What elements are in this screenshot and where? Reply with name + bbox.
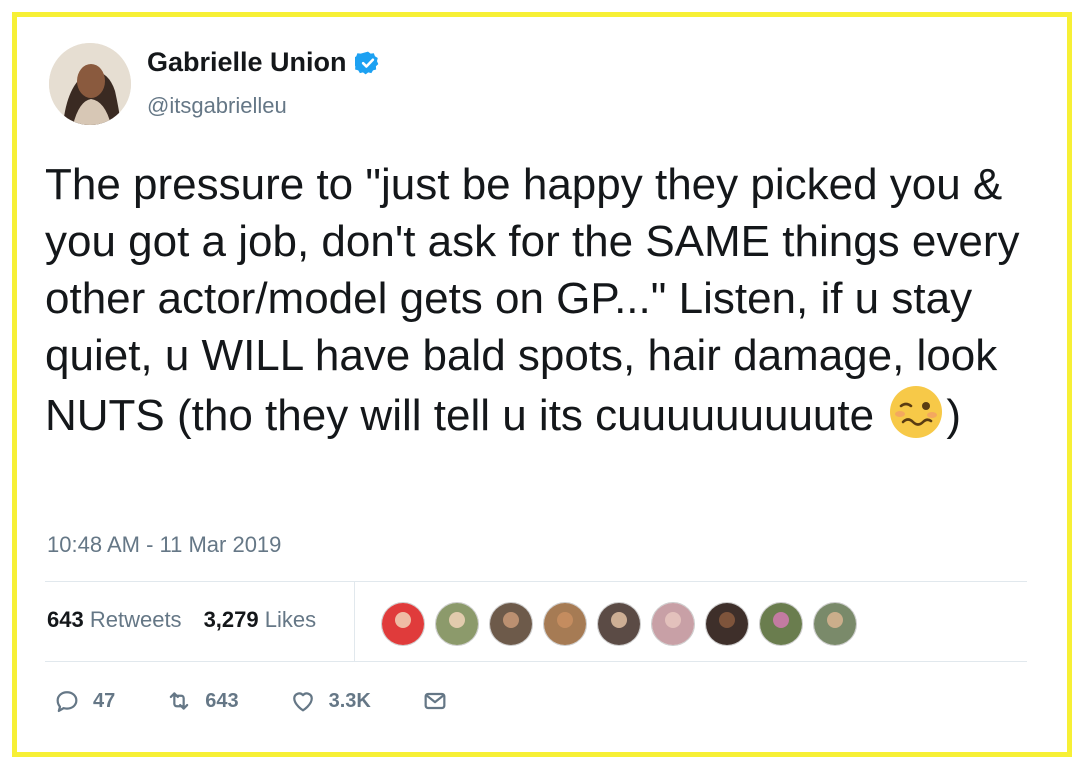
verified-badge-icon [354,51,378,74]
tweet-card: Gabrielle Union @itsgabrielleu The press… [12,12,1072,757]
liker-avatar[interactable] [705,602,749,646]
reply-count: 47 [93,689,116,712]
likes-count: 3,279 [203,607,259,632]
liker-image [706,603,748,645]
tweet-body: The pressure to "just be happy they pick… [45,160,1032,440]
liker-image [814,603,856,645]
avatar-image [49,43,131,125]
stats-separator [354,582,355,662]
woozy-face-emoji-icon [890,386,943,438]
author-handle[interactable]: @itsgabrielleu [147,93,287,119]
author-avatar[interactable] [49,43,131,125]
liker-image [598,603,640,645]
author-name-row[interactable]: Gabrielle Union [147,47,381,78]
tweet-timestamp[interactable]: 10:48 AM - 11 Mar 2019 [47,532,281,558]
reply-button[interactable]: 47 [53,687,115,715]
liker-image [382,603,424,645]
retweets-label: Retweets [89,607,182,632]
heart-icon [292,692,313,712]
liker-image [652,603,694,645]
liker-avatar[interactable] [813,602,857,646]
likes-label: Likes [264,607,317,632]
divider-top [45,581,1027,582]
liker-image [544,603,586,645]
retweets-count: 643 [47,607,84,632]
liker-avatar[interactable] [381,602,425,646]
liker-avatar[interactable] [543,602,587,646]
liker-avatar[interactable] [759,602,803,646]
tweet-actions: 47 643 3.3K [53,687,499,715]
likers-avatars [381,602,857,646]
likes-stat[interactable]: 3,279 Likes [204,607,317,633]
tweet-closing-paren: ) [946,391,961,440]
retweets-stat[interactable]: 643 Retweets [47,607,182,633]
reply-icon [56,691,78,713]
direct-message-button[interactable] [421,687,449,715]
like-button[interactable]: 3.3K [289,687,371,715]
liker-avatar[interactable] [489,602,533,646]
retweet-count: 643 [205,689,239,712]
liker-image [760,603,802,645]
tweet-stats: 643 Retweets 3,279 Likes [47,607,316,633]
envelope-icon [424,692,446,710]
retweet-button[interactable]: 643 [165,687,239,715]
liker-image [436,603,478,645]
author-name[interactable]: Gabrielle Union [147,47,347,78]
divider-bottom [45,661,1027,662]
liker-avatar[interactable] [651,602,695,646]
liker-avatar[interactable] [597,602,641,646]
like-count: 3.3K [328,689,371,712]
liker-avatar[interactable] [435,602,479,646]
retweet-icon [169,692,189,710]
tweet-text: The pressure to "just be happy they pick… [45,156,1055,444]
liker-image [490,603,532,645]
